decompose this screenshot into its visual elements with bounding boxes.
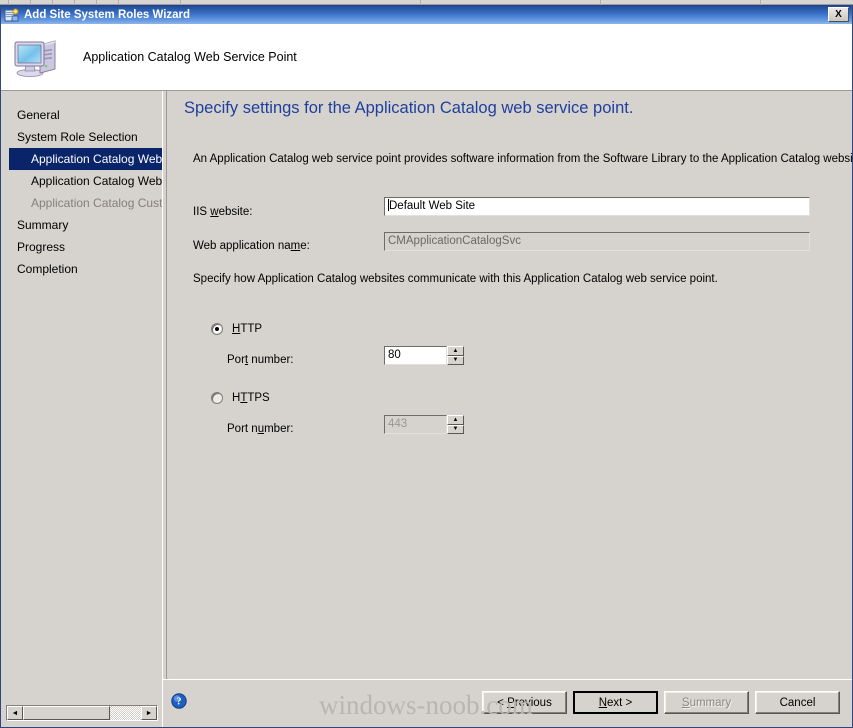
https-port-label: Port number:	[227, 423, 294, 435]
svg-text:?: ?	[177, 697, 182, 708]
scroll-right-icon[interactable]: ►	[141, 706, 157, 720]
wizard-window: Add Site System Roles Wizard X Applicati…	[0, 5, 853, 728]
help-icon[interactable]: ?	[171, 693, 187, 709]
https-port-input[interactable]: 443	[384, 415, 447, 434]
wizard-icon	[4, 7, 20, 23]
spinner-up-icon[interactable]: ▲	[447, 346, 464, 356]
https-radio-button[interactable]	[211, 392, 223, 404]
wizard-body: General System Role Selection Applicatio…	[1, 91, 852, 727]
wizard-step-list: General System Role Selection Applicatio…	[1, 91, 162, 727]
wizard-content-panel: Specify settings for the Application Cat…	[166, 91, 852, 727]
close-icon[interactable]: X	[828, 7, 849, 22]
previous-button[interactable]: < Previous	[482, 691, 567, 714]
sidebar-item-application-catalog-web-service[interactable]: Application Catalog Web Se	[9, 148, 162, 170]
spinner-down-icon[interactable]: ▼	[447, 424, 464, 434]
header-title: Application Catalog Web Service Point	[83, 50, 297, 64]
https-radio-label: HTTPS	[232, 392, 270, 404]
title-bar[interactable]: Add Site System Roles Wizard X	[1, 5, 852, 24]
sidebar-horizontal-scrollbar[interactable]: ◄ ►	[6, 705, 158, 721]
spinner-down-icon[interactable]: ▼	[447, 355, 464, 365]
http-port-spinner-buttons[interactable]: ▲ ▼	[447, 346, 464, 365]
page-title: Specify settings for the Application Cat…	[184, 99, 634, 117]
scrollbar-thumb[interactable]	[23, 706, 111, 720]
next-button[interactable]: Next >	[573, 691, 658, 714]
sidebar-item-progress[interactable]: Progress	[1, 236, 162, 258]
sidebar-item-summary[interactable]: Summary	[1, 214, 162, 236]
footer-band: ? < Previous Next > Summary Cancel	[163, 679, 852, 727]
https-radio-row[interactable]: HTTPS	[211, 392, 270, 404]
sidebar-item-completion[interactable]: Completion	[1, 258, 162, 280]
window-title: Add Site System Roles Wizard	[24, 8, 191, 21]
computer-icon	[13, 35, 61, 79]
iis-website-label: IIS website:	[193, 206, 253, 218]
web-application-name-input[interactable]: CMApplicationCatalogSvc	[384, 232, 810, 251]
scroll-left-icon[interactable]: ◄	[7, 706, 23, 720]
cancel-button[interactable]: Cancel	[755, 691, 840, 714]
http-port-spinner[interactable]: 80 ▲ ▼	[384, 346, 464, 365]
communication-description: Specify how Application Catalog websites…	[193, 273, 718, 285]
sidebar-item-application-catalog-website[interactable]: Application Catalog Website	[1, 170, 162, 192]
https-port-spinner[interactable]: 443 ▲ ▼	[384, 415, 464, 434]
wizard-button-bar: < Previous Next > Summary Cancel	[482, 691, 840, 714]
http-port-label: Port number:	[227, 354, 294, 366]
http-radio-row[interactable]: HTTP	[211, 323, 262, 335]
sidebar-item-general[interactable]: General	[1, 104, 162, 126]
scrollbar-track[interactable]	[23, 706, 141, 720]
sidebar-item-application-catalog-customization: Application Catalog Customi	[31, 196, 162, 210]
sidebar-item-system-role-selection[interactable]: System Role Selection	[1, 126, 162, 148]
iis-website-input[interactable]: Default Web Site	[384, 197, 810, 216]
http-radio-label: HTTP	[232, 323, 263, 335]
wizard-header: Application Catalog Web Service Point	[1, 24, 852, 91]
spinner-up-icon[interactable]: ▲	[447, 415, 464, 425]
http-port-input[interactable]: 80	[384, 346, 447, 365]
https-port-spinner-buttons[interactable]: ▲ ▼	[447, 415, 464, 434]
summary-button: Summary	[664, 691, 749, 714]
http-radio-button[interactable]	[211, 323, 223, 335]
web-application-name-label: Web application name:	[193, 240, 310, 252]
intro-description: An Application Catalog web service point…	[193, 153, 852, 165]
